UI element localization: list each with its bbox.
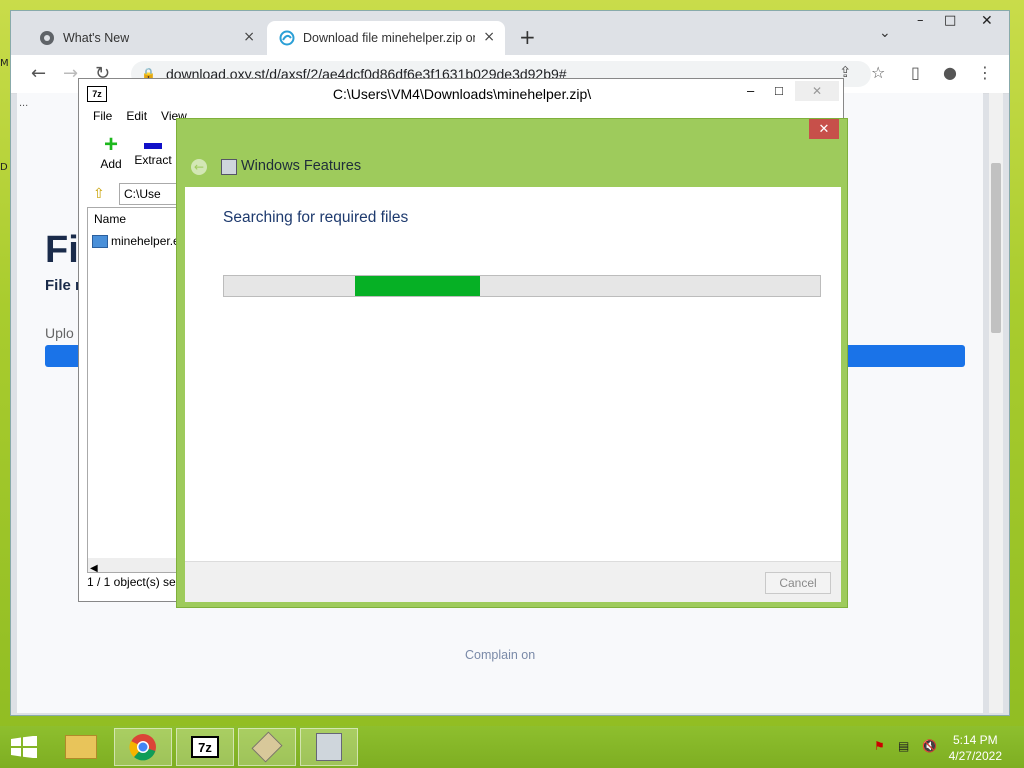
close-button[interactable]: ✕ — [981, 13, 993, 29]
complain-link[interactable]: Complain on — [465, 648, 535, 662]
taskbar: 7z ⚑ ▤ 🔇 5:14 PM 4/27/2022 — [0, 726, 1024, 768]
scrollbar-thumb[interactable] — [991, 163, 1001, 333]
clock-time: 5:14 PM — [952, 733, 998, 747]
add-label: Add — [100, 157, 122, 171]
list-item[interactable]: minehelper.e — [92, 234, 180, 248]
tab-strip: What's New × Download file minehelper.zi… — [11, 11, 1009, 55]
maximize-button[interactable]: □ — [944, 13, 956, 28]
profile-icon[interactable]: ● — [943, 63, 957, 82]
extract-button[interactable]: Extract — [131, 133, 175, 167]
dialog-close-button[interactable]: ✕ — [809, 119, 839, 139]
dialog-title: Windows Features — [241, 158, 362, 174]
menu-edit[interactable]: Edit — [126, 109, 147, 123]
tab-whats-new[interactable]: What's New × — [25, 21, 265, 55]
tab-title: Download file minehelper.zip on — [303, 31, 475, 45]
file-label: File r — [45, 277, 81, 294]
upload-label: Uplo — [45, 325, 74, 341]
taskbar-ticket-app[interactable] — [238, 728, 296, 766]
menu-file[interactable]: File — [93, 109, 112, 123]
windows-logo-icon[interactable] — [10, 735, 38, 759]
windows-features-icon — [316, 733, 342, 761]
bookmark-star-icon[interactable]: ☆ — [871, 63, 885, 82]
dialog-body: Searching for required files — [185, 187, 841, 561]
zip-title: C:\Users\VM4\Downloads\minehelper.zip\ — [332, 86, 592, 102]
dialog-footer: Cancel — [185, 561, 841, 602]
oxy-icon — [279, 30, 295, 46]
scroll-left-icon[interactable]: ◀ — [90, 563, 98, 574]
7zip-icon: 7z — [191, 736, 219, 758]
ticket-icon — [251, 731, 283, 763]
path-text: C:\Use — [124, 187, 161, 201]
tab-close-button[interactable]: × — [483, 29, 495, 45]
column-header-name[interactable]: Name — [94, 212, 126, 226]
taskbar-file-explorer[interactable] — [52, 728, 110, 766]
folder-up-icon[interactable]: ⇧ — [93, 185, 105, 202]
plus-icon: + — [103, 131, 118, 158]
zip-titlebar: 7z C:\Users\VM4\Downloads\minehelper.zip… — [79, 79, 843, 109]
forward-icon[interactable]: → — [63, 63, 78, 84]
zip-file-list: Name minehelper.e ◀ — [87, 207, 180, 574]
page-dots: ... — [19, 97, 29, 109]
taskbar-7zip[interactable]: 7z — [176, 728, 234, 766]
zip-close-button[interactable]: ✕ — [795, 81, 839, 101]
zip-path-field[interactable]: C:\Use — [119, 183, 179, 205]
menu-icon[interactable]: ⋮ — [977, 63, 993, 82]
minimize-button[interactable]: – — [917, 13, 924, 28]
cancel-button[interactable]: Cancel — [765, 572, 831, 594]
file-name: minehelper.e — [111, 234, 180, 248]
taskbar-clock[interactable]: 5:14 PM 4/27/2022 — [949, 732, 1002, 764]
back-arrow-icon[interactable]: ← — [191, 159, 207, 175]
add-button[interactable]: + Add — [95, 131, 127, 172]
back-icon[interactable]: ← — [31, 63, 46, 84]
desktop-icon-d[interactable]: D — [0, 162, 10, 176]
exe-file-icon — [92, 234, 108, 248]
new-tab-button[interactable]: + — [519, 25, 536, 49]
page-heading: Fi — [45, 229, 79, 271]
clock-date: 4/27/2022 — [948, 749, 1002, 763]
action-center-flag-icon[interactable]: ⚑ — [874, 739, 885, 753]
progress-bar — [223, 275, 821, 297]
tab-download-file[interactable]: Download file minehelper.zip on × — [267, 21, 505, 55]
zip-maximize-button[interactable]: □ — [775, 83, 783, 98]
windows-features-icon — [221, 159, 237, 175]
progress-fill — [355, 276, 481, 296]
windows-features-dialog: ✕ ← Windows Features Searching for requi… — [176, 118, 848, 608]
status-message: Searching for required files — [223, 209, 409, 226]
chrome-icon — [129, 734, 156, 761]
page-scrollbar[interactable] — [989, 93, 1003, 713]
minus-icon — [144, 143, 162, 149]
tab-search-button[interactable]: ⌄ — [879, 25, 891, 41]
taskbar-windows-features[interactable] — [300, 728, 358, 766]
chrome-icon — [40, 31, 54, 45]
network-icon[interactable]: ▤ — [898, 739, 909, 753]
desktop-icon-m[interactable]: M — [0, 58, 10, 72]
extract-label: Extract — [134, 153, 172, 167]
zip-minimize-button[interactable]: – — [747, 83, 754, 98]
side-panel-icon[interactable]: ▯ — [911, 63, 920, 82]
tab-close-button[interactable]: × — [243, 29, 255, 45]
start-logo — [11, 735, 37, 759]
list-hscrollbar[interactable]: ◀ — [88, 558, 178, 574]
tab-title: What's New — [63, 31, 130, 45]
volume-muted-icon[interactable]: 🔇 — [922, 739, 937, 753]
file-explorer-icon — [65, 735, 97, 759]
taskbar-chrome[interactable] — [114, 728, 172, 766]
